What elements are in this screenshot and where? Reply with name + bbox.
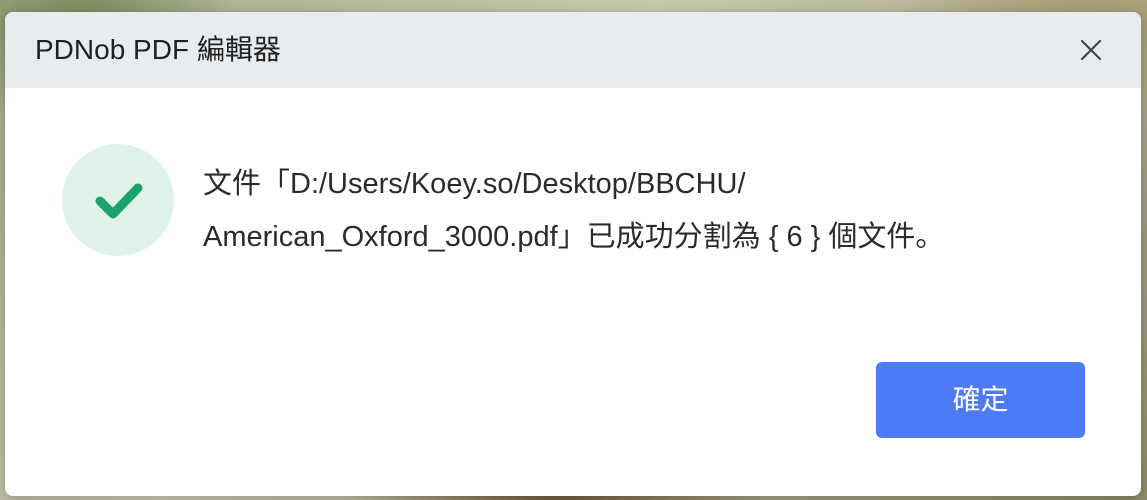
- message-line-2: American_Oxford_3000.pdf」已成功分割為 { 6 } 個文…: [203, 221, 945, 253]
- dialog-title: PDNob PDF 編輯器: [35, 34, 281, 65]
- close-button[interactable]: [1075, 34, 1107, 66]
- result-message: 文件「D:/Users/Koey.so/Desktop/BBCHU/ Ameri…: [203, 158, 1103, 264]
- dialog-titlebar: PDNob PDF 編輯器: [5, 12, 1141, 88]
- check-icon: [95, 183, 143, 219]
- success-dialog: PDNob PDF 編輯器 文件「D:/Users/Koey.so/Deskto…: [5, 12, 1141, 496]
- confirm-button[interactable]: 確定: [876, 362, 1085, 438]
- message-line-1: 文件「D:/Users/Koey.so/Desktop/BBCHU/: [203, 168, 746, 200]
- close-icon: [1080, 39, 1102, 61]
- success-badge: [62, 144, 174, 256]
